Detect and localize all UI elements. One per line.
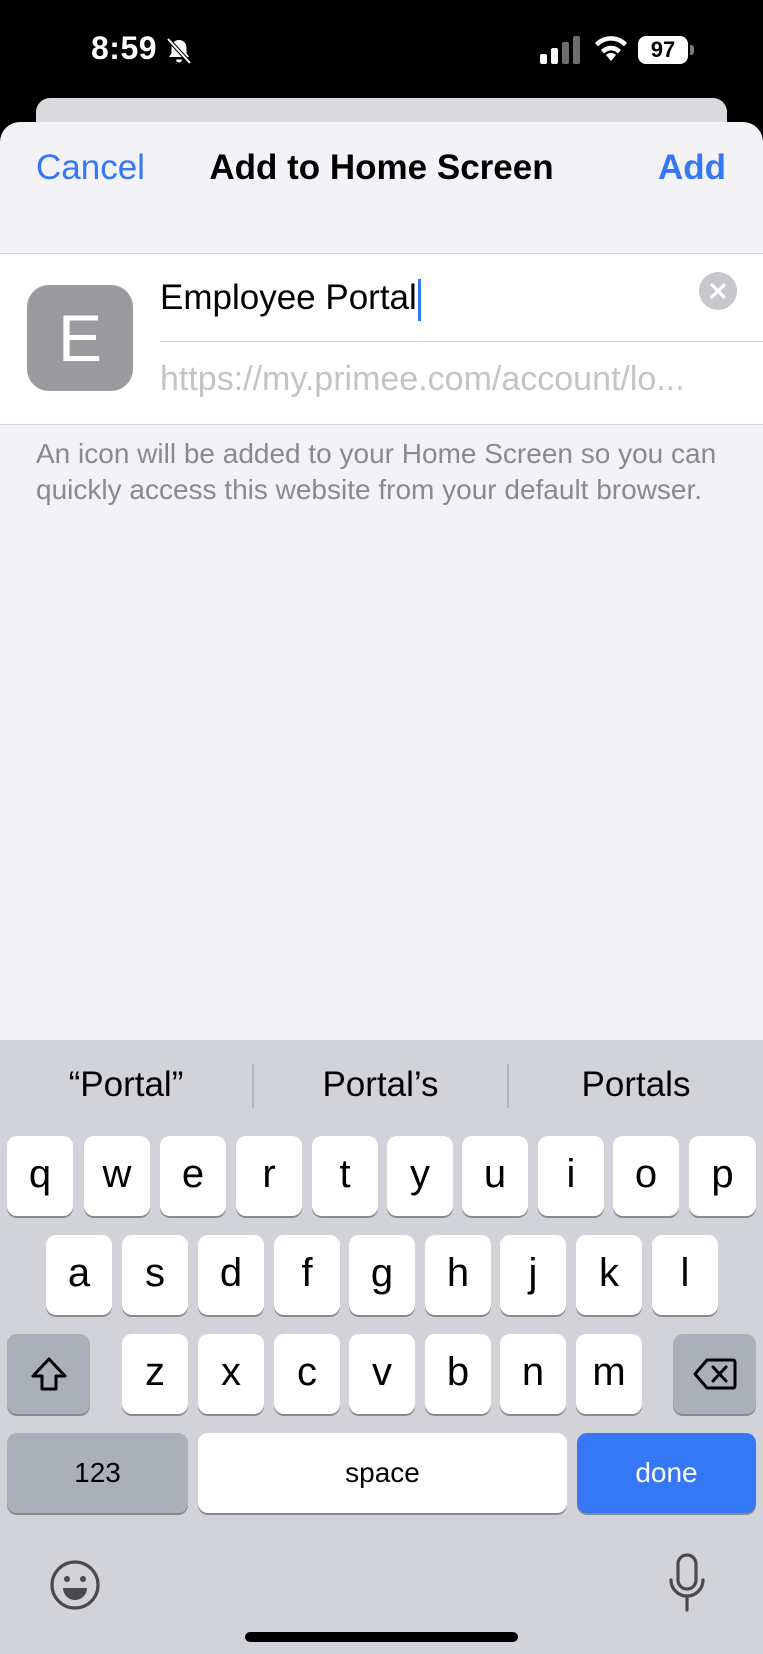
bell-slash-icon xyxy=(166,37,192,65)
key[interactable]: j xyxy=(500,1235,566,1315)
shift-icon xyxy=(31,1357,66,1391)
key[interactable]: z xyxy=(122,1334,188,1414)
add-button[interactable]: Add xyxy=(658,148,726,188)
numbers-key[interactable]: 123 xyxy=(7,1433,188,1513)
backspace-key[interactable] xyxy=(673,1334,756,1414)
battery-icon: 97 xyxy=(638,36,696,64)
key[interactable]: d xyxy=(198,1235,264,1315)
key[interactable]: v xyxy=(349,1334,415,1414)
cancel-button[interactable]: Cancel xyxy=(36,148,145,188)
key[interactable]: a xyxy=(46,1235,112,1315)
battery-level: 97 xyxy=(638,36,688,64)
key[interactable]: t xyxy=(312,1136,378,1216)
status-bar: 8:59 97 xyxy=(0,0,763,100)
key[interactable]: y xyxy=(387,1136,453,1216)
home-indicator[interactable] xyxy=(245,1632,518,1642)
key[interactable]: k xyxy=(576,1235,642,1315)
key[interactable]: p xyxy=(689,1136,756,1216)
key[interactable]: r xyxy=(236,1136,302,1216)
text-caret xyxy=(417,278,421,321)
suggestion-item[interactable]: Portals xyxy=(509,1040,763,1130)
key[interactable]: w xyxy=(84,1136,150,1216)
emoji-icon[interactable] xyxy=(48,1558,102,1612)
suggestion-item[interactable]: “Portal” xyxy=(0,1040,252,1130)
key[interactable]: e xyxy=(160,1136,226,1216)
key[interactable]: i xyxy=(538,1136,604,1216)
key[interactable]: x xyxy=(198,1334,264,1414)
key[interactable]: u xyxy=(462,1136,528,1216)
microphone-icon[interactable] xyxy=(666,1552,708,1614)
info-note: An icon will be added to your Home Scree… xyxy=(36,438,717,505)
key[interactable]: s xyxy=(122,1235,188,1315)
key[interactable]: m xyxy=(576,1334,642,1414)
cellular-signal-icon xyxy=(540,36,580,64)
key[interactable]: f xyxy=(274,1235,340,1315)
shortcut-card: E Employee Portal https://my.primee.com/… xyxy=(0,253,763,425)
shift-key[interactable] xyxy=(7,1334,90,1414)
app-icon-preview: E xyxy=(27,285,133,391)
backspace-icon xyxy=(693,1358,736,1390)
navigation-bar: Cancel Add to Home Screen Add xyxy=(0,122,763,212)
status-time: 8:59 xyxy=(91,30,158,66)
key[interactable]: q xyxy=(7,1136,73,1216)
name-field-value: Employee Portal xyxy=(160,278,417,317)
suggestion-bar: “Portal” Portal’s Portals xyxy=(0,1040,763,1130)
key[interactable]: o xyxy=(613,1136,679,1216)
key[interactable]: l xyxy=(652,1235,718,1315)
field-divider xyxy=(160,341,763,342)
key[interactable]: n xyxy=(500,1334,566,1414)
name-field[interactable]: Employee Portal xyxy=(160,270,700,326)
wifi-icon xyxy=(595,36,627,61)
key[interactable]: b xyxy=(425,1334,491,1414)
url-label: https://my.primee.com/account/lo... xyxy=(160,360,685,398)
key[interactable]: h xyxy=(425,1235,491,1315)
keyboard: “Portal” Portal’s Portals q w e r t y u … xyxy=(0,1040,763,1654)
suggestion-item[interactable]: Portal’s xyxy=(254,1040,507,1130)
done-key[interactable]: done xyxy=(577,1433,756,1513)
key[interactable]: g xyxy=(349,1235,415,1315)
space-key[interactable]: space xyxy=(198,1433,567,1513)
clear-text-icon[interactable] xyxy=(699,272,737,310)
key[interactable]: c xyxy=(274,1334,340,1414)
